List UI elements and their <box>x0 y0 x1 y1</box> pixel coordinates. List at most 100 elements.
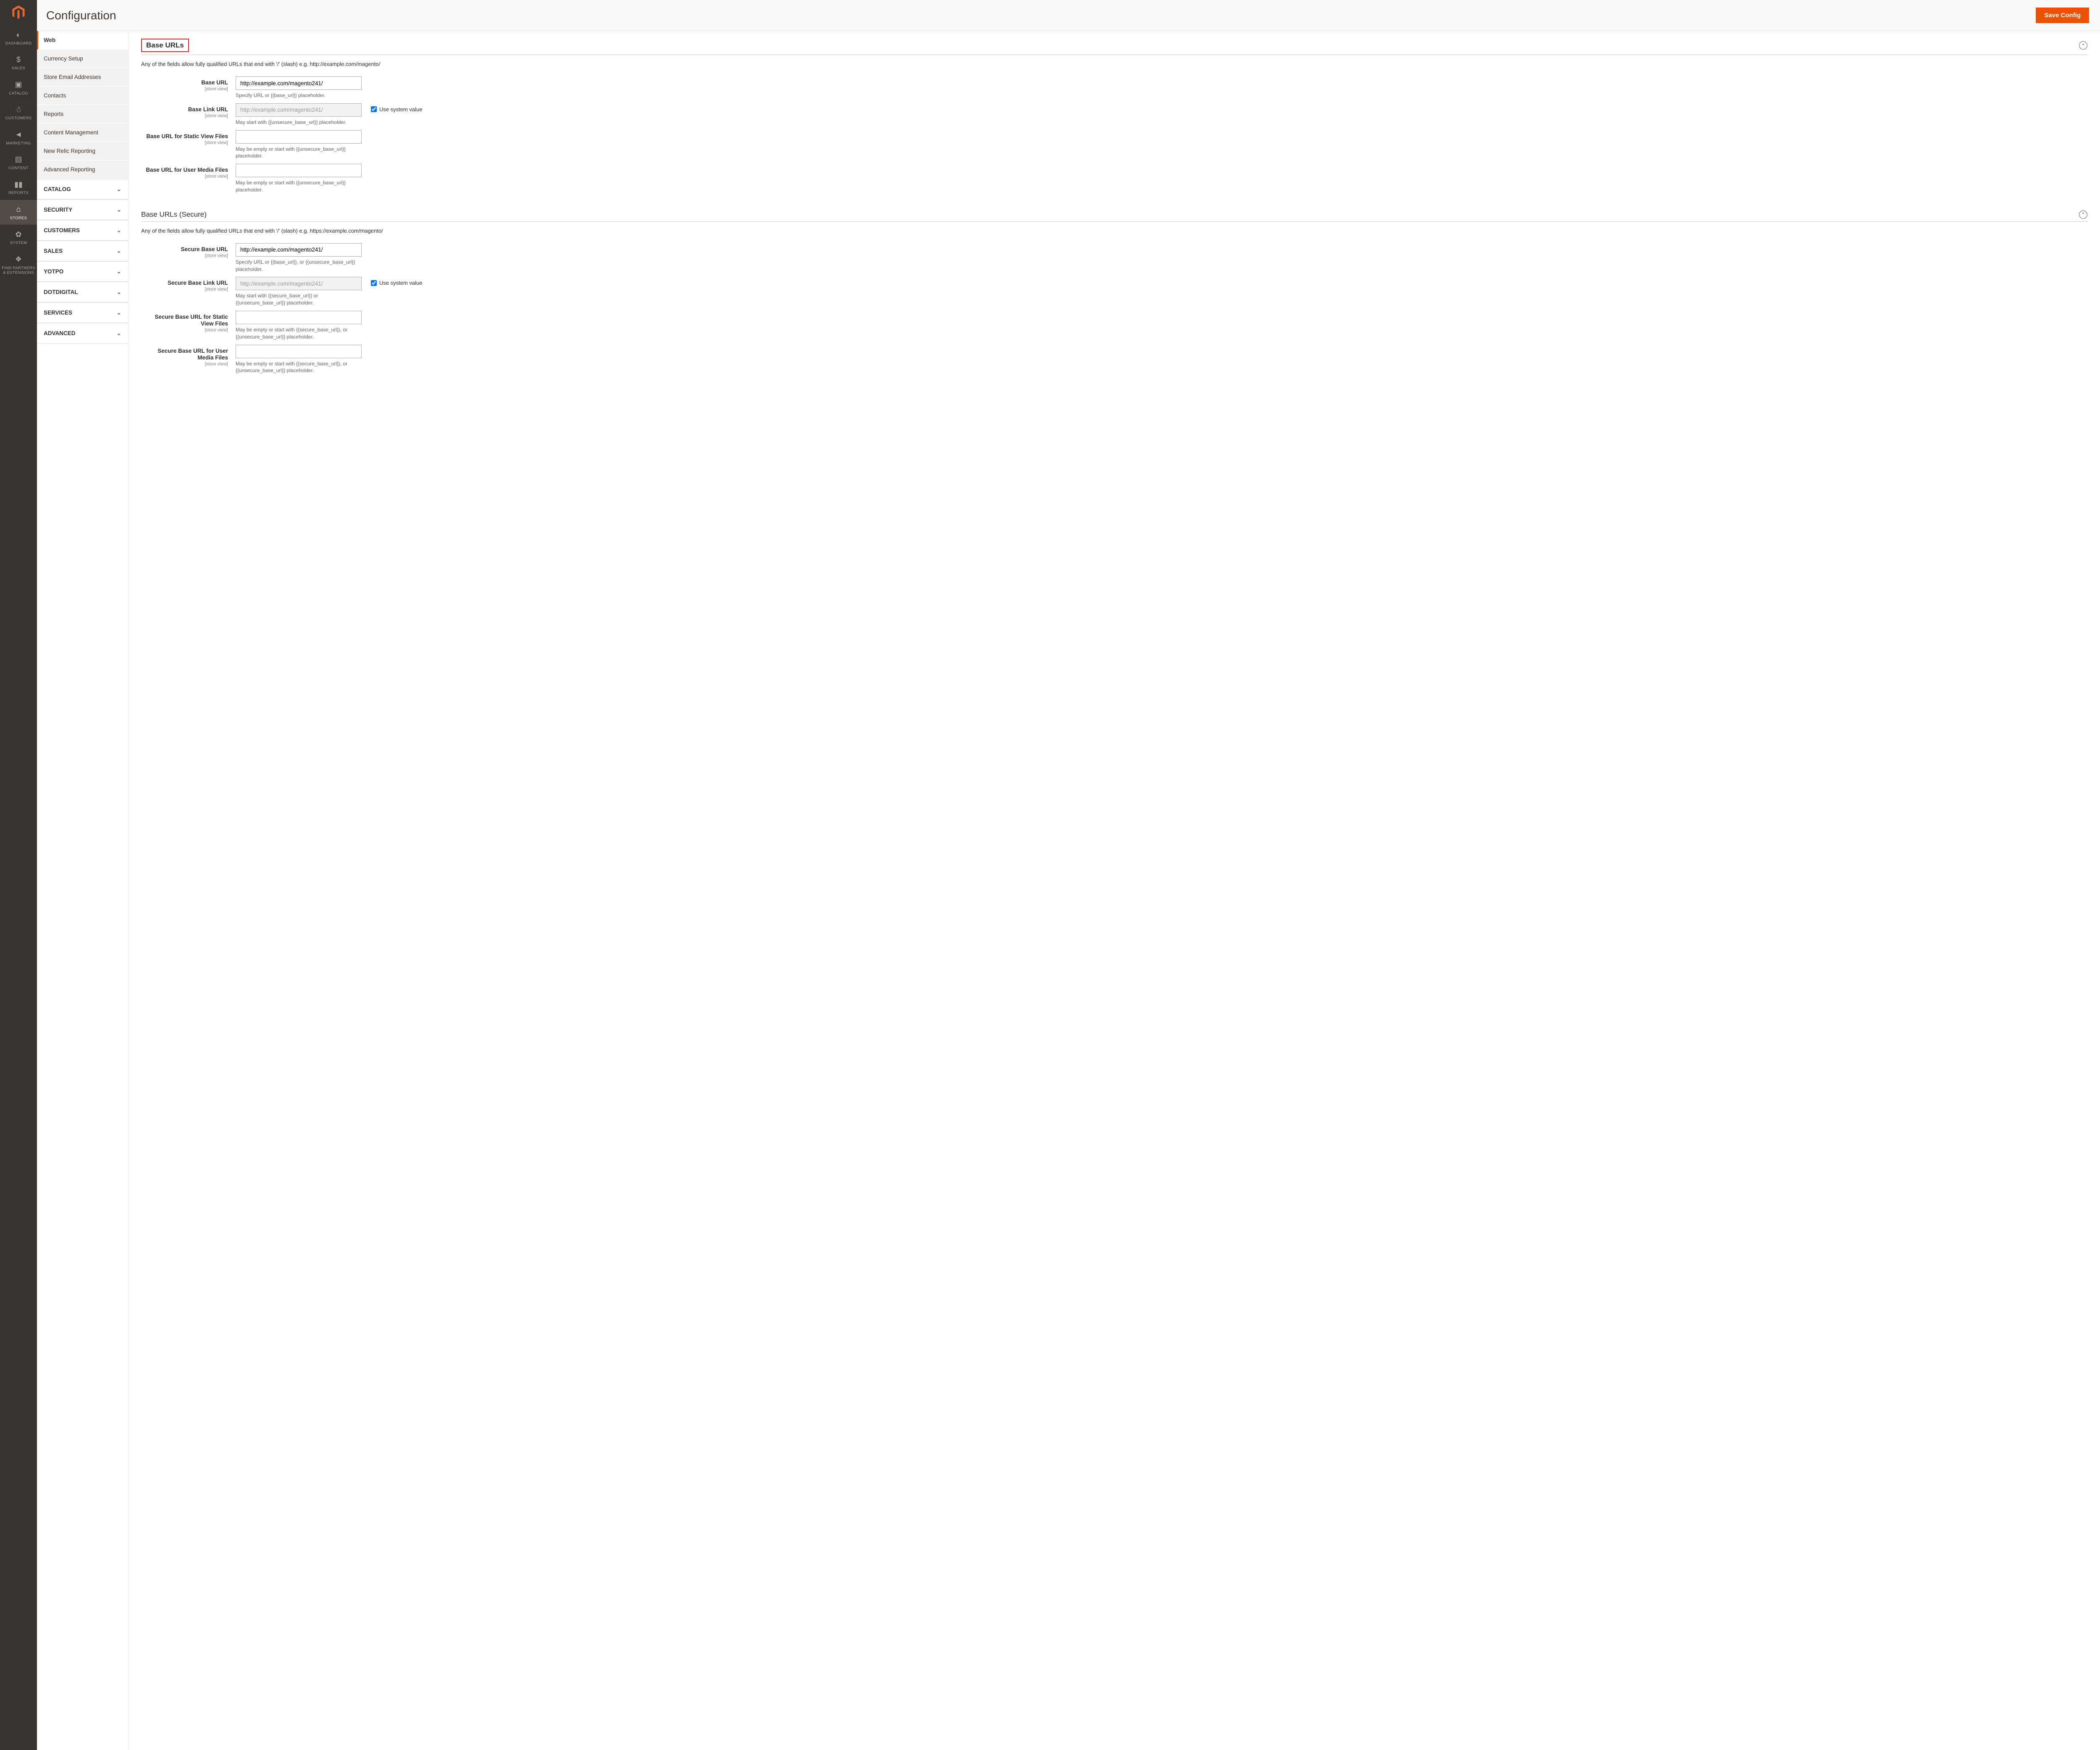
config-section-sales[interactable]: SALES ⌄ <box>37 241 128 261</box>
config-section-label: YOTPO <box>44 268 63 275</box>
person-icon: ☃ <box>15 105 22 114</box>
content-wrap: WebCurrency SetupStore Email AddressesCo… <box>37 31 2100 1750</box>
section-base-urls-header[interactable]: Base URLs ⌃ <box>141 39 2087 55</box>
section-base-urls-secure-title: Base URLs (Secure) <box>141 210 207 219</box>
base-link-url-label: Base Link URL <box>188 106 228 113</box>
field-base-media: Base URL for User Media Files [store vie… <box>141 164 2087 194</box>
page-header: Configuration Save Config <box>37 0 2100 31</box>
page-title: Configuration <box>46 9 116 22</box>
chevron-down-icon: ⌄ <box>116 289 121 296</box>
chevron-down-icon: ⌄ <box>116 227 121 234</box>
section-base-urls-secure-header[interactable]: Base URLs (Secure) ⌃ <box>141 210 2087 222</box>
base-link-url-input <box>236 103 362 117</box>
save-config-button[interactable]: Save Config <box>2036 8 2089 23</box>
field-base-link-url: Base Link URL [store view] May start wit… <box>141 103 2087 126</box>
chevron-up-icon[interactable]: ⌃ <box>2079 210 2087 219</box>
base-static-input[interactable] <box>236 130 362 144</box>
secure-base-url-help: Specify URL or {{base_url}}, or {{unsecu… <box>236 259 362 273</box>
form-panel: Base URLs ⌃ Any of the fields allow full… <box>129 31 2100 1750</box>
config-section-catalog[interactable]: CATALOG⌄ <box>37 179 128 199</box>
config-section-customers[interactable]: CUSTOMERS ⌄ <box>37 220 128 241</box>
dashboard-icon: ◐ <box>16 30 21 39</box>
secure-media-scope: [store view] <box>141 362 228 367</box>
admin-nav-item-catalog[interactable]: ▣CATALOG <box>0 75 37 100</box>
config-sub-item-new-relic-reporting[interactable]: New Relic Reporting <box>37 142 128 160</box>
config-sub-item-store-email-addresses[interactable]: Store Email Addresses <box>37 68 128 87</box>
base-url-scope: [store view] <box>141 87 228 92</box>
secure-static-help: May be empty or start with {{secure_base… <box>236 326 362 341</box>
admin-nav-item-stores[interactable]: ⌂STORES <box>0 200 37 225</box>
config-section-label: SERVICES <box>44 310 72 316</box>
secure-base-link-url-scope: [store view] <box>141 287 228 292</box>
field-base-url: Base URL [store view] Specify URL or {{b… <box>141 76 2087 99</box>
config-section-advanced[interactable]: ADVANCED ⌄ <box>37 323 128 344</box>
secure-media-label: Secure Base URL for User Media Files <box>158 348 228 361</box>
admin-nav-item-content[interactable]: ▤ CONTENT <box>0 150 37 175</box>
config-section-label: DOTDIGITAL <box>44 289 78 295</box>
config-section-label: SECURITY <box>44 207 72 213</box>
secure-media-input[interactable] <box>236 345 362 358</box>
secure-base-link-url-label: Secure Base Link URL <box>168 280 228 286</box>
base-link-url-use-system-checkbox[interactable] <box>371 106 377 112</box>
secure-base-link-url-input <box>236 277 362 290</box>
config-section-label: CUSTOMERS <box>44 227 80 234</box>
secure-base-link-url-use-system-label: Use system value <box>379 280 423 286</box>
config-sub-item-reports[interactable]: Reports <box>37 105 128 123</box>
base-static-label: Base URL for Static View Files <box>146 133 228 139</box>
base-media-scope: [store view] <box>141 174 228 179</box>
admin-nav-item-reports[interactable]: ▮▮REPORTS <box>0 175 37 199</box>
config-section-dotdigital[interactable]: DOTDIGITAL ⌄ <box>37 282 128 302</box>
chevron-down-icon: ⌄ <box>116 330 121 337</box>
base-media-label: Base URL for User Media Files <box>146 167 228 173</box>
base-link-url-help: May start with {{unsecure_base_url}} pla… <box>236 119 362 126</box>
base-static-scope: [store view] <box>141 140 228 145</box>
secure-static-label: Secure Base URL for Static View Files <box>155 314 228 327</box>
admin-nav-item-marketing[interactable]: ◄MARKETING <box>0 125 37 150</box>
base-media-help: May be empty or start with {{unsecure_ba… <box>236 179 362 194</box>
base-urls-secure-note: Any of the fields allow fully qualified … <box>141 228 2087 234</box>
secure-base-url-input[interactable] <box>236 243 362 257</box>
admin-nav-label: REPORTS <box>8 191 29 195</box>
admin-nav-item-find-partners-extensions[interactable]: ❖FIND PARTNERS & EXTENSIONS <box>0 250 37 280</box>
admin-nav-label: CUSTOMERS <box>5 116 32 121</box>
chevron-up-icon[interactable]: ⌃ <box>2079 41 2087 50</box>
config-section-yotpo[interactable]: YOTPO ⌄ <box>37 261 128 282</box>
section-base-urls-title: Base URLs <box>141 39 189 52</box>
admin-nav-item-customers[interactable]: ☃ CUSTOMERS <box>0 100 37 125</box>
admin-nav-item-system[interactable]: ✿SYSTEM <box>0 225 37 249</box>
config-section-security[interactable]: SECURITY ⌄ <box>37 199 128 220</box>
field-base-static: Base URL for Static View Files [store vi… <box>141 130 2087 160</box>
chevron-down-icon: ⌄ <box>116 247 121 254</box>
chevron-down-icon: ⌄ <box>116 268 121 275</box>
secure-static-input[interactable] <box>236 311 362 324</box>
admin-nav-label: SYSTEM <box>10 241 27 245</box>
base-media-input[interactable] <box>236 164 362 177</box>
config-sub-item-advanced-reporting[interactable]: Advanced Reporting <box>37 160 128 179</box>
box-icon: ▣ <box>15 80 22 89</box>
config-section-label: ADVANCED <box>44 330 76 336</box>
admin-nav-label: DASHBOARD <box>5 41 32 46</box>
secure-base-url-label: Secure Base URL <box>181 246 228 252</box>
secure-base-link-url-use-system-checkbox[interactable] <box>371 280 377 286</box>
base-url-input[interactable] <box>236 76 362 90</box>
layout-icon: ▤ <box>15 155 22 164</box>
secure-static-scope: [store view] <box>141 328 228 333</box>
config-section-label: SALES <box>44 248 63 254</box>
config-nav: WebCurrency SetupStore Email AddressesCo… <box>37 31 129 1750</box>
chevron-down-icon: ⌄ <box>116 206 121 213</box>
config-sub-item-web[interactable]: Web <box>37 31 128 50</box>
field-secure-static: Secure Base URL for Static View Files [s… <box>141 311 2087 341</box>
megaphone-icon: ◄ <box>15 130 22 139</box>
config-sub-item-contacts[interactable]: Contacts <box>37 87 128 105</box>
config-sub-item-currency-setup[interactable]: Currency Setup <box>37 50 128 68</box>
admin-nav-item-sales[interactable]: $SALES <box>0 50 37 75</box>
magento-logo-icon <box>12 5 25 20</box>
config-sub-item-content-management[interactable]: Content Management <box>37 123 128 142</box>
config-section-services[interactable]: SERVICES⌄ <box>37 302 128 323</box>
admin-nav-item-dashboard[interactable]: ◐ DASHBOARD <box>0 25 37 50</box>
admin-nav-label: CONTENT <box>8 166 29 171</box>
base-link-url-scope: [store view] <box>141 113 228 118</box>
magento-logo[interactable] <box>0 0 37 25</box>
config-section-label: CATALOG <box>44 186 71 192</box>
storefront-icon: ⌂ <box>16 205 21 214</box>
